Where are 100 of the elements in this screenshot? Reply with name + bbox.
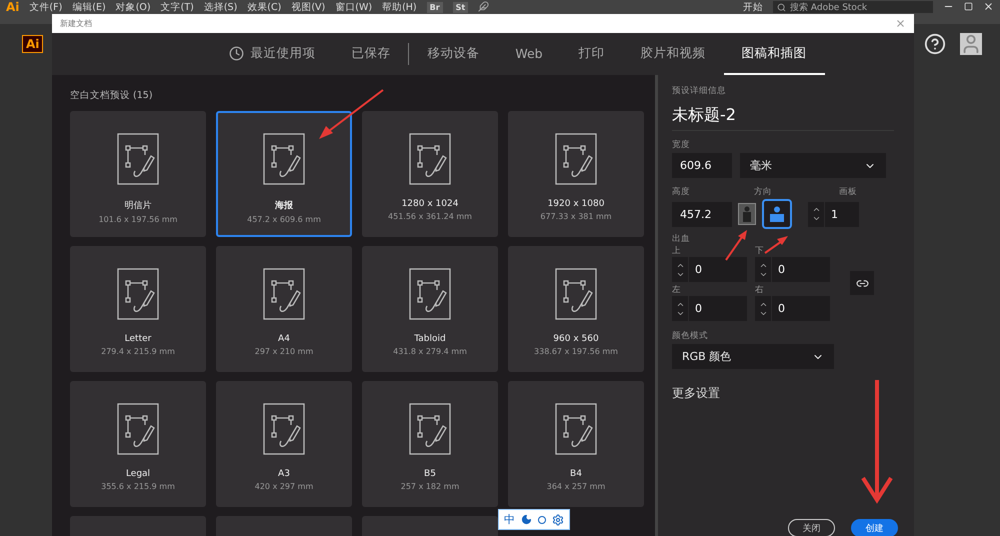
clock-icon — [229, 46, 244, 60]
bleed-input[interactable]: 0 — [689, 296, 747, 321]
person-icon — [742, 206, 752, 222]
preset-size: 451.56 x 361.24 mm — [388, 212, 472, 221]
bridge-button[interactable]: Br — [426, 2, 443, 13]
bleed-input[interactable]: 0 — [772, 296, 830, 321]
menu-item[interactable]: 对象(O) — [116, 1, 151, 13]
field-label: 预设详细信息 — [672, 85, 727, 97]
annotation-arrow — [764, 236, 788, 254]
help-icon[interactable] — [924, 33, 946, 55]
menu-item[interactable]: 文字(T) — [160, 1, 194, 13]
create-button[interactable]: 创建 — [851, 519, 898, 536]
artboard-pen-icon — [409, 403, 451, 455]
preset-name: B4 — [570, 469, 582, 479]
preset-name: Tabloid — [414, 334, 446, 344]
artboards-input[interactable]: 1 — [825, 202, 859, 226]
workspace-switcher[interactable]: 开始 — [743, 1, 763, 13]
punctuation-icon[interactable] — [538, 516, 546, 524]
menu-item[interactable]: 窗口(W) — [335, 1, 372, 13]
preset-card[interactable]: A3 420 x 297 mm — [216, 381, 352, 507]
preset-name: Letter — [124, 334, 152, 344]
stepper[interactable] — [808, 202, 824, 226]
menu-item[interactable]: 文件(F) — [29, 1, 62, 13]
preset-size: 431.8 x 279.4 mm — [393, 347, 467, 356]
preset-card[interactable]: A4 297 x 210 mm — [216, 246, 352, 372]
field-label: 方向 — [754, 186, 773, 198]
tab[interactable]: 移动设备 — [409, 33, 498, 75]
stepper[interactable] — [755, 296, 771, 321]
color-mode-select[interactable]: RGB 颜色 — [672, 344, 834, 369]
stepper[interactable] — [755, 257, 771, 282]
artboard-pen-icon — [263, 403, 305, 455]
preset-card[interactable]: Letter 279.4 x 215.9 mm — [70, 246, 206, 372]
app-logo: Ai — [6, 1, 20, 13]
preset-size: 364 x 257 mm — [546, 482, 606, 491]
field-label: 下 — [755, 245, 765, 257]
artboard-pen-icon — [409, 133, 451, 185]
annotation-arrow — [725, 230, 747, 261]
feather-icon[interactable] — [478, 1, 490, 12]
width-input[interactable]: 609.6 — [672, 153, 732, 178]
tab[interactable]: Web — [497, 33, 561, 75]
close-icon[interactable] — [983, 1, 994, 12]
unit-select[interactable]: 毫米 — [740, 153, 886, 178]
menu-item[interactable]: 编辑(E) — [72, 1, 106, 13]
preset-size: 355.6 x 215.9 mm — [101, 482, 175, 491]
menu-item[interactable]: 选择(S) — [204, 1, 238, 13]
field-label: 上 — [672, 245, 682, 257]
artboard-pen-icon — [555, 133, 597, 185]
person-icon — [768, 206, 786, 222]
artboard-pen-icon — [555, 268, 597, 320]
stock-button[interactable]: St — [452, 2, 468, 13]
artboard-pen-icon — [263, 133, 305, 185]
preset-size: 297 x 210 mm — [254, 347, 314, 356]
preset-name: 明信片 — [124, 200, 152, 212]
preset-card[interactable]: Legal 355.6 x 215.9 mm — [70, 381, 206, 507]
preset-card[interactable]: B5 257 x 182 mm — [362, 381, 498, 507]
bleed-input[interactable]: 0 — [772, 257, 830, 282]
preset-size: 677.33 x 381 mm — [540, 212, 612, 221]
close-button[interactable]: 关闭 — [788, 519, 835, 536]
stepper[interactable] — [672, 296, 688, 321]
preset-card[interactable]: B4 364 x 257 mm — [508, 381, 644, 507]
artboard-pen-icon — [117, 268, 159, 320]
landscape-button[interactable] — [762, 199, 792, 229]
ime-mode[interactable]: 中 — [504, 512, 515, 527]
settings-icon[interactable] — [552, 514, 564, 526]
document-name[interactable]: 未标题-2 — [672, 105, 894, 131]
preset-card[interactable]: 1280 x 1024 451.56 x 361.24 mm — [362, 111, 498, 237]
preset-name: 1280 x 1024 — [402, 199, 458, 209]
preset-name: 960 x 560 — [553, 334, 599, 344]
stepper[interactable] — [672, 257, 688, 282]
menu-item[interactable]: 视图(V) — [291, 1, 326, 13]
tab[interactable]: 打印 — [560, 33, 623, 75]
section-heading: 空白文档预设 (15) — [70, 89, 154, 102]
menu-item[interactable]: 帮助(H) — [382, 1, 417, 13]
portrait-button[interactable] — [738, 203, 756, 225]
annotation-arrow — [319, 89, 384, 139]
moon-icon[interactable] — [521, 514, 532, 525]
bleed-input[interactable]: 0 — [689, 257, 747, 282]
tab[interactable]: 图稿和插图 — [724, 33, 825, 75]
artboard-pen-icon — [555, 403, 597, 455]
preset-card[interactable]: 明信片 101.6 x 197.56 mm — [70, 111, 206, 237]
search-field[interactable]: 搜索 Adobe Stock — [773, 1, 933, 13]
preset-card[interactable]: 960 x 560 338.67 x 197.56 mm — [508, 246, 644, 372]
menu-item[interactable]: 效果(C) — [247, 1, 282, 13]
search-icon — [777, 2, 786, 12]
height-input[interactable]: 457.2 — [672, 202, 732, 226]
tab[interactable]: 最近使用项 — [211, 33, 334, 75]
tab[interactable]: 已保存 — [333, 33, 408, 75]
field-label: 高度 — [672, 186, 691, 198]
more-settings-link[interactable]: 更多设置 — [672, 385, 894, 402]
preset-card[interactable]: 海报 457.2 x 609.6 mm — [216, 111, 352, 237]
tab[interactable]: 胶片和视频 — [622, 33, 724, 75]
preset-name: 1920 x 1080 — [548, 199, 604, 209]
maximize-icon[interactable] — [964, 2, 973, 11]
preset-card[interactable]: 1920 x 1080 677.33 x 381 mm — [508, 111, 644, 237]
field-label: 颜色模式 — [672, 330, 709, 342]
link-button[interactable] — [850, 271, 874, 295]
preset-card[interactable]: Tabloid 431.8 x 279.4 mm — [362, 246, 498, 372]
preset-name: A3 — [278, 469, 290, 479]
artboard-pen-icon — [409, 268, 451, 320]
ime-toolbar[interactable]: 中 — [498, 509, 570, 530]
